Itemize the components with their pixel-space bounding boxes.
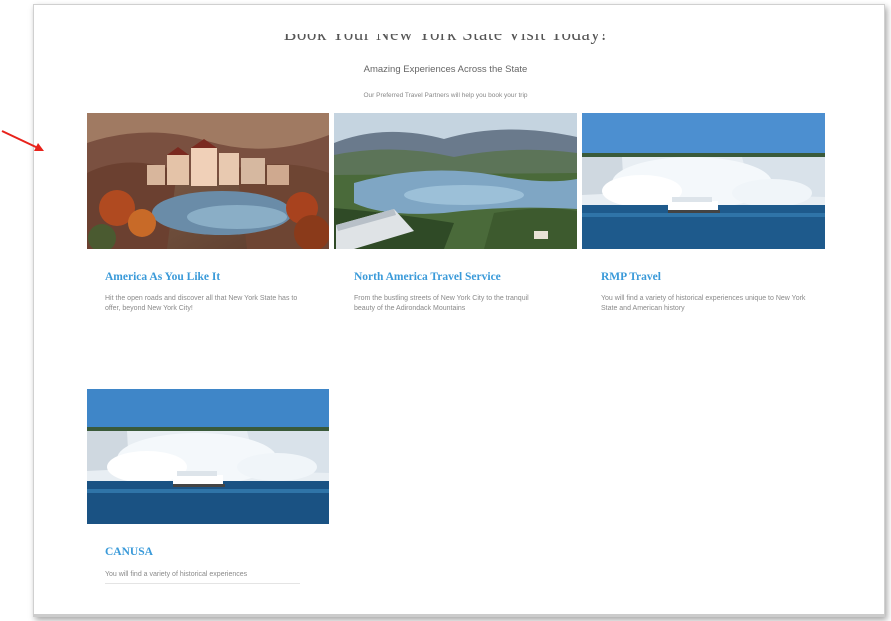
mountain-resort-lake-photo xyxy=(87,113,329,249)
card-image-falls[interactable] xyxy=(582,113,825,249)
card-title-canusa[interactable]: CANUSA xyxy=(105,546,153,558)
adirondack-lake-valley-photo xyxy=(334,113,577,249)
card-title-america-as-you-like-it[interactable]: America As You Like It xyxy=(105,271,220,283)
card-image-resort[interactable] xyxy=(87,113,329,249)
card-title-north-america-travel-service[interactable]: North America Travel Service xyxy=(354,271,501,283)
page-title: Book Your New York State Visit Today! xyxy=(283,34,608,45)
card-description: Hit the open roads and discover all that… xyxy=(105,295,298,312)
page-frame-bottom-edge xyxy=(33,614,885,617)
card-description: You will find a variety of historical ex… xyxy=(601,295,806,312)
card-image-falls-canusa[interactable] xyxy=(87,389,329,524)
page-tagline: Our Preferred Travel Partners will help … xyxy=(363,92,528,99)
annotation-arrow xyxy=(1,130,44,151)
page-subtitle: Amazing Experiences Across the State xyxy=(363,64,528,75)
card-description: From the bustling streets of New York Ci… xyxy=(354,295,529,312)
card-image-lake[interactable] xyxy=(334,113,577,249)
card-title-rmp-travel[interactable]: RMP Travel xyxy=(601,271,661,283)
card-description: You will find a variety of historical ex… xyxy=(105,570,300,584)
niagara-falls-boat-photo xyxy=(87,389,329,524)
niagara-falls-boat-photo xyxy=(582,113,825,249)
